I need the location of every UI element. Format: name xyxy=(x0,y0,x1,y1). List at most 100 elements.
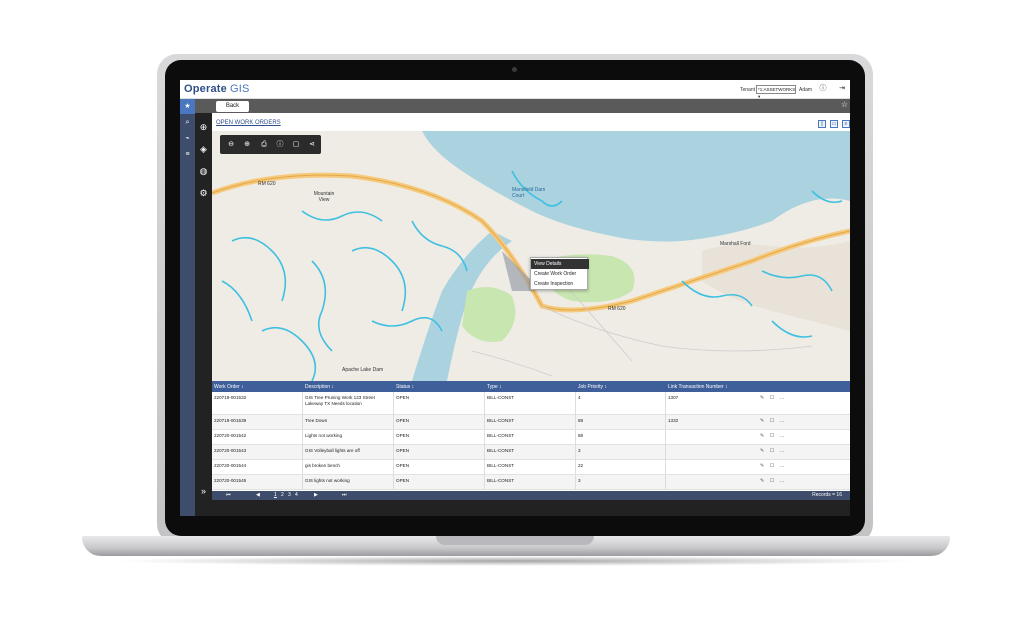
cell-type: BILL-CONST xyxy=(487,448,515,453)
column-divider xyxy=(665,445,666,460)
column-divider xyxy=(484,430,485,445)
cell-priority: 3 xyxy=(578,448,581,453)
column-divider xyxy=(484,392,485,415)
page-header: OPEN WORK ORDERS ▯ ▭ ≡ xyxy=(212,113,850,131)
cell-status: OPEN xyxy=(396,463,410,468)
app-screen: Operate GIS Tenant *1:ASSETWORKS ▾ Adam ⓘ… xyxy=(180,80,850,516)
table-row[interactable]: 220720-001545 GIS lights not working OPEN B… xyxy=(212,475,850,490)
last-page-icon[interactable]: ⏭ xyxy=(342,492,347,498)
row-actions-icons[interactable]: ✎ ☐ … xyxy=(760,418,786,424)
column-divider xyxy=(484,445,485,460)
column-divider xyxy=(484,415,485,430)
column-divider xyxy=(575,445,576,460)
col-job-priority[interactable]: Job Priority ↕ xyxy=(578,384,607,390)
map-label-apache-lake-dam: Apache Lake Dam xyxy=(342,367,384,373)
cell-priority: 22 xyxy=(578,463,584,468)
favorites-star-icon[interactable]: ★ xyxy=(180,99,195,114)
column-divider xyxy=(302,460,303,475)
globe-icon[interactable]: ◍ xyxy=(195,163,212,179)
back-button[interactable]: Back xyxy=(216,101,249,112)
create-work-order-menu-item[interactable]: Create Work Order xyxy=(531,269,589,279)
select-area-icon[interactable]: ▢ xyxy=(291,140,301,150)
cell-status: OPEN xyxy=(396,448,410,453)
column-divider xyxy=(302,415,303,430)
info-icon[interactable]: ⓘ xyxy=(275,140,285,150)
column-divider xyxy=(302,392,303,415)
chart-icon[interactable]: ⌁ xyxy=(180,131,195,146)
laptop-mockup: Operate GIS Tenant *1:ASSETWORKS ▾ Adam ⓘ… xyxy=(0,0,1031,626)
share-icon[interactable]: ⋖ xyxy=(307,140,317,150)
next-page-icon[interactable]: ▶ xyxy=(314,492,318,498)
row-actions-icons[interactable]: ✎ ☐ … xyxy=(760,433,786,439)
zoom-out-icon[interactable]: ⊖ xyxy=(226,140,236,150)
bookmark-star-icon[interactable]: ☆ xyxy=(841,100,848,109)
tenant-select[interactable]: *1:ASSETWORKS ▾ xyxy=(756,85,796,99)
cell-priority: 88 xyxy=(578,418,584,423)
prev-page-icon[interactable]: ◀ xyxy=(256,492,260,498)
cell-desc: GIS Tree Pruning Work 123 Street Lakeway… xyxy=(305,395,375,406)
cell-link: 1307 xyxy=(668,395,679,400)
map-tool-column: ⊕ ◈ ◍ ⚙ » xyxy=(195,113,212,500)
page-4[interactable]: 4 xyxy=(295,492,298,498)
zoom-in-icon[interactable]: ⊕ xyxy=(242,140,252,150)
menu-icon[interactable]: ≡ xyxy=(180,147,195,162)
open-work-orders-link[interactable]: OPEN WORK ORDERS xyxy=(216,120,281,126)
page-1[interactable]: 1 xyxy=(274,492,277,498)
map-canvas[interactable]: RM 620 Mountain View Apache Lake Dam RM … xyxy=(212,131,850,381)
cell-status: OPEN xyxy=(396,395,410,400)
column-divider xyxy=(575,392,576,415)
column-divider xyxy=(665,475,666,490)
first-page-icon[interactable]: ⏮ xyxy=(226,492,231,498)
create-inspection-menu-item[interactable]: Create Inspection xyxy=(531,279,589,289)
col-status[interactable]: Status ↕ xyxy=(396,384,414,390)
table-row[interactable]: 220720-001544 gis broken bench OPEN BILL-CO… xyxy=(212,460,850,475)
cell-priority: 88 xyxy=(578,433,584,438)
footer-strip xyxy=(195,500,850,516)
row-actions-icons[interactable]: ✎ ☐ … xyxy=(760,448,786,454)
print-icon[interactable]: ⎙ xyxy=(259,140,269,150)
cell-type: BILL-CONST xyxy=(487,418,515,423)
zoom-search-icon[interactable]: ⊕ xyxy=(195,119,212,135)
search-icon[interactable]: ⌕ xyxy=(180,115,195,130)
layers-icon[interactable]: ◈ xyxy=(195,141,212,157)
map-view-icon[interactable]: ▭ xyxy=(830,120,838,128)
column-divider xyxy=(302,445,303,460)
col-description[interactable]: Description ↕ xyxy=(305,384,334,390)
trash-view-icon[interactable]: ▯ xyxy=(818,120,826,128)
map-svg xyxy=(212,131,850,381)
column-divider xyxy=(393,445,394,460)
cell-wo: 220720-001543 xyxy=(214,448,247,453)
settings-gear-icon[interactable]: ⚙ xyxy=(195,185,212,201)
row-actions-icons[interactable]: ✎ ☐ … xyxy=(760,463,786,469)
info-icon[interactable]: ⓘ xyxy=(819,85,827,93)
table-row[interactable]: 220720-001542 Lights not working OPEN BILL-… xyxy=(212,430,850,445)
table-row[interactable]: 220719-001532 GIS Tree Pruning Work 123 S… xyxy=(212,392,850,415)
page-2[interactable]: 2 xyxy=(281,492,284,498)
expand-chevron-icon[interactable]: » xyxy=(195,483,212,499)
col-work-order[interactable]: Work Order ↕ xyxy=(214,384,244,390)
column-divider xyxy=(575,475,576,490)
table-row[interactable]: 220720-001543 GIS Volleyball lights are o… xyxy=(212,445,850,460)
col-link-transaction[interactable]: Link Transaction Number ↕ xyxy=(668,384,727,390)
row-actions-icons[interactable]: ✎ ☐ … xyxy=(760,478,786,484)
column-divider xyxy=(665,460,666,475)
row-actions-icons[interactable]: ✎ ☐ … xyxy=(760,395,786,401)
top-header: Operate GIS Tenant *1:ASSETWORKS ▾ Adam ⓘ… xyxy=(180,80,850,99)
cell-status: OPEN xyxy=(396,478,410,483)
col-type[interactable]: Type ↕ xyxy=(487,384,502,390)
tenant-label: Tenant xyxy=(740,87,756,93)
cell-link: 1332 xyxy=(668,418,679,423)
table-row[interactable]: 220719-001539 Tree Down OPEN BILL-CONST 88 13… xyxy=(212,415,850,430)
page-3[interactable]: 3 xyxy=(288,492,291,498)
cell-wo: 220720-001542 xyxy=(214,433,247,438)
column-divider xyxy=(393,415,394,430)
laptop-notch xyxy=(436,536,594,545)
logout-icon[interactable]: ⇥ xyxy=(838,85,846,93)
view-details-menu-item[interactable]: View Details xyxy=(531,259,589,269)
cell-status: OPEN xyxy=(396,433,410,438)
list-view-icon[interactable]: ≡ xyxy=(842,120,850,128)
user-name: Adam xyxy=(799,87,813,93)
column-divider xyxy=(393,475,394,490)
column-divider xyxy=(665,392,666,415)
camera xyxy=(512,67,517,72)
